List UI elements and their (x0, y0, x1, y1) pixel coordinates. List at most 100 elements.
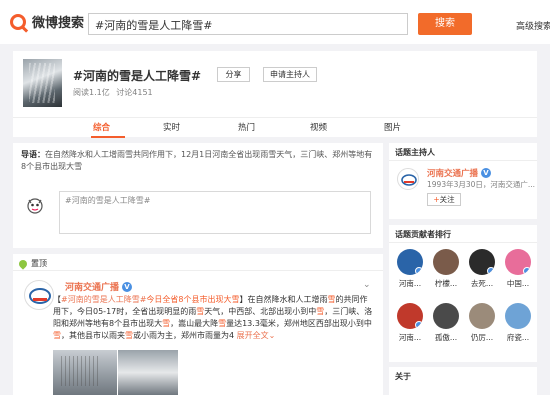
pin-icon (17, 257, 29, 270)
search-input[interactable]: #河南的雪是人工降雪# (88, 13, 408, 35)
post-text: 量达13.3毫米，郑州地区西部出现小到中 (226, 319, 372, 328)
advanced-search-link[interactable]: 高级搜索 (516, 19, 550, 32)
tab-hot[interactable]: 热门 (238, 121, 255, 133)
share-button[interactable]: 分享 (217, 67, 250, 82)
post-menu-chevron-icon[interactable]: ⌄ (363, 280, 371, 290)
read-count: 阅读1.1亿 (73, 88, 110, 97)
verified-icon: V (481, 168, 492, 178)
post-text: 】在自然降水和人工增雨 (239, 295, 328, 304)
contributor-avatar[interactable] (433, 303, 459, 329)
contributor-item[interactable]: 河南... (395, 249, 425, 289)
contributor-item[interactable]: 河南... (395, 303, 425, 343)
logo-text: 微博搜索 (32, 16, 85, 31)
tab-realtime[interactable]: 实时 (163, 121, 180, 133)
about-heading: 关于 (395, 372, 411, 381)
contributor-avatar[interactable] (433, 249, 459, 275)
post-composer: #河南的雪是人工降雪# (13, 182, 383, 248)
follow-label: 关注 (439, 195, 455, 204)
divider (389, 242, 537, 243)
contributor-name[interactable]: 去死... (467, 278, 497, 289)
guide-label: 导语： (21, 150, 45, 159)
post-image[interactable] (118, 350, 178, 395)
post-text: 天气，中西部、北部出现小到中 (204, 307, 317, 316)
post-text: 【 (53, 295, 61, 304)
verified-icon (487, 267, 495, 275)
weibo-search-logo[interactable]: 微博搜索 (10, 12, 84, 31)
contributor-item[interactable]: 去死... (467, 249, 497, 289)
contributor-name[interactable]: 仍厉... (467, 332, 497, 343)
contributor-name[interactable]: 河南... (395, 278, 425, 289)
topic-title: #河南的雪是人工降雪# (73, 69, 202, 83)
host-name[interactable]: 河南交通广播 V (427, 167, 492, 179)
post-text: 雪 (231, 295, 240, 304)
follow-button[interactable]: +关注 (427, 193, 461, 206)
contributors-panel: 话题贡献者排行 河南... 柠檬... 去死... 中国... 河南... 孤傲... 仍厉… (389, 225, 537, 362)
post-text: 雪 (162, 319, 171, 328)
tab-comprehensive[interactable]: 综合 (93, 121, 110, 133)
pinned-label: 置顶 (17, 257, 47, 270)
post-link[interactable]: #河南的雪是人工降雪# (61, 295, 146, 304)
active-tab-indicator (91, 136, 125, 138)
discussion-count: 讨论4151 (116, 88, 153, 97)
post-text: 雪 (327, 295, 336, 304)
radio-logo-icon (401, 174, 417, 186)
guide-text: 在自然降水和人工增雨雪共同作用下，12月1日河南全省出现雨雪天气，三门峡、郑州等… (21, 150, 373, 171)
post-text: ，嵩山最大降 (170, 319, 219, 328)
top-bar: 微博搜索 #河南的雪是人工降雪# 搜索 高级搜索 (0, 0, 550, 44)
tab-bar: 综合 实时 热门 视频 图片 (13, 117, 537, 138)
host-panel-heading: 话题主持人 (395, 148, 435, 157)
radio-logo-icon (29, 288, 51, 304)
contributor-name[interactable]: 柠檬... (431, 278, 461, 289)
contributor-item[interactable]: 仍厉... (467, 303, 497, 343)
contributor-name[interactable]: 中国... (503, 278, 533, 289)
topic-guide: 导语：在自然降水和人工增雨雪共同作用下，12月1日河南全省出现雨雪天气，三门峡、… (13, 143, 383, 182)
host-name-text[interactable]: 河南交通广播 (427, 167, 478, 179)
verified-icon (415, 321, 423, 329)
pinned-post-card: 置顶 河南交通广播 V ⌄ 【#河南的雪是人工降雪#今日全省8个县市出现大雪】在… (13, 254, 383, 395)
pinned-text: 置顶 (31, 259, 47, 268)
contributor-name[interactable]: 河南... (395, 332, 425, 343)
tab-video[interactable]: 视频 (310, 121, 327, 133)
divider (389, 160, 537, 161)
post-body: 【#河南的雪是人工降雪#今日全省8个县市出现大雪】在自然降水和人工增雨雪的共同作… (53, 294, 373, 342)
contributor-avatar[interactable] (505, 303, 531, 329)
post-text: 雪 (218, 319, 227, 328)
contributor-avatar[interactable] (469, 249, 495, 275)
contributor-avatar[interactable] (505, 249, 531, 275)
contributor-name[interactable]: 府瓷... (503, 332, 533, 343)
contributor-item[interactable]: 孤傲... (431, 303, 461, 343)
post-author[interactable]: 河南交通广播 V (65, 280, 133, 293)
contributor-item[interactable]: 中国... (503, 249, 533, 289)
host-panel: 话题主持人 河南交通广播 V 1993年3月30日，河南交通广... +关注 (389, 143, 537, 219)
search-button[interactable]: 搜索 (418, 13, 472, 35)
contributor-avatar[interactable] (397, 303, 423, 329)
contributors-heading: 话题贡献者排行 (395, 230, 451, 239)
topic-stats: 阅读1.1亿 讨论4151 (73, 87, 157, 98)
contributor-item[interactable]: 柠檬... (431, 249, 461, 289)
contributor-item[interactable]: 府瓷... (503, 303, 533, 343)
post-text: 雪 (53, 331, 61, 340)
composer-input[interactable]: #河南的雪是人工降雪# (59, 191, 371, 234)
verified-icon (523, 267, 531, 275)
host-avatar[interactable] (397, 168, 419, 190)
post-text: 雪 (125, 331, 133, 340)
apply-host-button[interactable]: 申请主持人 (263, 67, 317, 82)
post-image[interactable] (53, 350, 117, 395)
topic-header-card: #河南的雪是人工降雪# 分享 申请主持人 阅读1.1亿 讨论4151 (13, 51, 537, 117)
post-text: 或小雨为主，郑州市雨量为4 (133, 331, 237, 340)
contributor-avatar[interactable] (397, 249, 423, 275)
host-bio: 1993年3月30日，河南交通广... (427, 180, 536, 189)
verified-icon: V (122, 281, 133, 292)
verified-icon (415, 267, 423, 275)
author-avatar[interactable] (24, 280, 54, 310)
tab-images[interactable]: 图片 (384, 121, 401, 133)
contributor-avatar[interactable] (469, 303, 495, 329)
robot-avatar-icon (27, 198, 43, 214)
divider (13, 270, 383, 271)
topic-cover-image (23, 59, 62, 107)
about-panel: 关于 (389, 367, 537, 395)
post-link[interactable]: 展开全文⌄ (237, 331, 276, 340)
post-text: ，其他县市以雨夹 (61, 331, 125, 340)
contributor-name[interactable]: 孤傲... (431, 332, 461, 343)
author-name[interactable]: 河南交通广播 (65, 280, 119, 293)
